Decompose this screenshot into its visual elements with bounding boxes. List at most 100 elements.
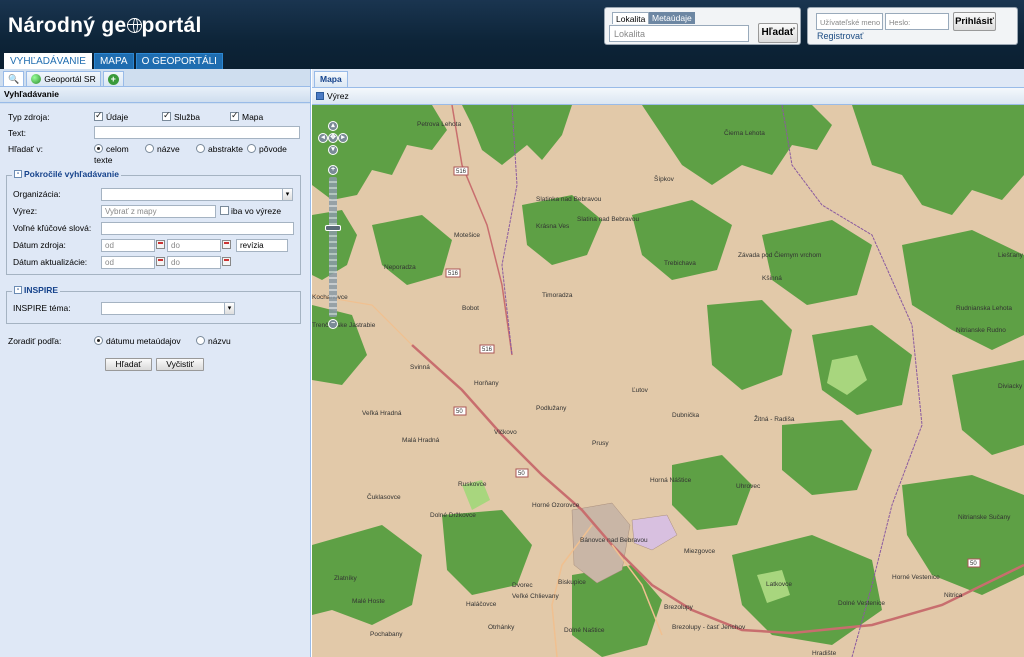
tab-geoportal-sr[interactable]: Geoportál SR <box>26 71 101 86</box>
klucove-slova-input[interactable] <box>101 222 294 235</box>
tab-search[interactable]: 🔍 <box>3 71 25 86</box>
klucove-slova-label: Voľné kľúčové slová: <box>13 223 92 233</box>
text-input[interactable] <box>94 126 300 139</box>
town-label: Dvorec <box>512 582 533 589</box>
town-label: Krásna Ves <box>536 223 570 230</box>
pan-reset-icon[interactable]: ✥ <box>328 133 338 143</box>
town-labels: Petrova Lehota Čierna Lehota Šípkov Slat… <box>312 121 1024 657</box>
town-label: Pochabany <box>370 631 403 638</box>
calendar-icon[interactable] <box>222 257 231 266</box>
datum-zdroja-od[interactable]: od <box>101 239 155 252</box>
tab-mapa[interactable]: Mapa <box>314 71 348 87</box>
logo-text-1: Národný ge <box>8 14 127 37</box>
town-label: Veľká Hradná <box>362 410 402 417</box>
town-label: Otrhánky <box>488 624 515 631</box>
panel-title: Vyhľadávanie <box>0 87 310 103</box>
radio-sort-nazov-label: názvu <box>208 336 231 346</box>
radio-nazve-label: názve <box>157 144 180 154</box>
vyrez-input[interactable]: Vybrať z mapy <box>101 205 216 218</box>
map-view[interactable]: Petrova Lehota Čierna Lehota Šípkov Slat… <box>312 105 1024 657</box>
zoom-in-icon[interactable]: + <box>328 165 338 175</box>
organizacia-select[interactable] <box>101 188 283 201</box>
tab-add[interactable]: + <box>102 71 124 86</box>
datum-zdroja-do[interactable]: do <box>167 239 221 252</box>
site-logo[interactable]: Národný ge portál <box>8 14 202 38</box>
vyrez-tool-button[interactable]: Výrez <box>316 91 349 101</box>
password-input[interactable]: Heslo: <box>885 13 949 30</box>
datum-aktualizacie-do[interactable]: do <box>167 256 221 269</box>
town-label: Timoradza <box>542 292 573 299</box>
location-search-button[interactable]: Hľadať <box>758 23 798 43</box>
checkbox-udaje-label: Údaje <box>106 112 129 122</box>
location-input[interactable]: Lokalita <box>609 25 749 42</box>
radio-nazve[interactable] <box>145 144 154 153</box>
login-button[interactable]: Prihlásiť <box>953 12 996 31</box>
town-label: Malá Hradná <box>402 437 440 444</box>
calendar-icon[interactable] <box>156 257 165 266</box>
hladat-button[interactable]: Hľadať <box>105 358 152 371</box>
left-tabs: 🔍 Geoportál SR + <box>0 69 310 87</box>
zoradit-label: Zoradiť podľa: <box>8 336 62 346</box>
town-label: Liešťany <box>998 252 1024 259</box>
vycistit-button[interactable]: Vyčistiť <box>156 358 204 371</box>
calendar-icon[interactable] <box>222 240 231 249</box>
checkbox-udaje[interactable] <box>94 110 103 121</box>
radio-celom-texte[interactable] <box>94 144 103 153</box>
username-input[interactable]: Užívateľské meno <box>816 13 883 30</box>
checkbox-mapa[interactable] <box>230 110 239 121</box>
radio-povode-label: pôvode <box>259 144 287 154</box>
town-label: Nitrianske Rudno <box>956 327 1006 334</box>
register-link[interactable]: Registrovať <box>817 31 863 41</box>
main-nav: VYHĽADÁVANIE MAPA O GEOPORTÁLI <box>4 53 223 69</box>
pan-down-icon[interactable]: ▾ <box>328 145 338 155</box>
tab-metaudaje[interactable]: Metaúdaje <box>649 12 695 24</box>
chevron-down-icon[interactable]: ▾ <box>282 188 293 201</box>
nav-tab-vyhladavanie[interactable]: VYHĽADÁVANIE <box>4 53 92 69</box>
radio-abstrakte-label: abstrakte <box>208 144 243 154</box>
globe-icon <box>126 18 142 33</box>
hladat-v-label: Hľadať v: <box>8 144 43 154</box>
town-label: Rudnianska Lehota <box>956 305 1012 312</box>
radio-sort-nazov[interactable] <box>196 336 205 345</box>
town-label: Svinná <box>410 364 430 371</box>
left-panel: 🔍 Geoportál SR + Vyhľadávanie Typ zdroja… <box>0 69 311 657</box>
calendar-icon[interactable] <box>156 240 165 249</box>
town-label: Nitrianske Sučany <box>958 514 1011 521</box>
zoom-slider[interactable] <box>329 177 337 317</box>
chevron-down-icon[interactable]: ▾ <box>224 302 235 315</box>
add-icon: + <box>107 73 119 85</box>
pan-right-icon[interactable]: ▸ <box>338 133 348 143</box>
map-canvas[interactable]: Petrova Lehota Čierna Lehota Šípkov Slat… <box>312 105 1024 657</box>
map-toolbar: Výrez <box>312 87 1024 105</box>
radio-povode[interactable] <box>247 144 256 153</box>
inspire-tema-select[interactable] <box>101 302 225 315</box>
datum-aktualizacie-od[interactable]: od <box>101 256 155 269</box>
radio-abstrakte[interactable] <box>196 144 205 153</box>
pan-up-icon[interactable]: ▴ <box>328 121 338 131</box>
radio-sort-datum[interactable] <box>94 336 103 345</box>
zoom-out-icon[interactable]: − <box>328 319 338 329</box>
checkbox-sluzba[interactable] <box>162 110 171 121</box>
tab-lokalita[interactable]: Lokalita <box>612 12 650 24</box>
checkbox-iba-vo-vyreze[interactable] <box>220 206 229 215</box>
revizia-select[interactable]: revízia <box>236 239 288 252</box>
advanced-legend-label: Pokročilé vyhľadávanie <box>24 169 119 179</box>
globe-icon <box>31 74 42 84</box>
road-number: 516 <box>448 271 459 277</box>
nav-tab-mapa[interactable]: MAPA <box>93 53 134 69</box>
town-label: Brezolupy <box>664 604 694 611</box>
town-label: Slatinka nad Bebravou <box>536 196 602 203</box>
logo-text-2: portál <box>141 14 202 37</box>
organizacia-label: Organizácia: <box>13 189 61 199</box>
town-label: Podlužany <box>536 405 567 412</box>
town-label: Dolné Naštice <box>564 627 605 634</box>
checkbox-sluzba-label: Služba <box>174 112 200 122</box>
pan-left-icon[interactable]: ◂ <box>318 133 328 143</box>
nav-tab-o-geoportali[interactable]: O GEOPORTÁLI <box>135 53 223 69</box>
search-icon: 🔍 <box>8 73 20 84</box>
advanced-legend[interactable]: - Pokročilé vyhľadávanie <box>12 169 121 179</box>
town-label: Kšinná <box>762 275 782 282</box>
zoom-slider-handle[interactable] <box>325 225 341 231</box>
town-label: Slatina nad Bebravou <box>577 216 640 223</box>
inspire-legend[interactable]: - INSPIRE <box>12 285 61 295</box>
